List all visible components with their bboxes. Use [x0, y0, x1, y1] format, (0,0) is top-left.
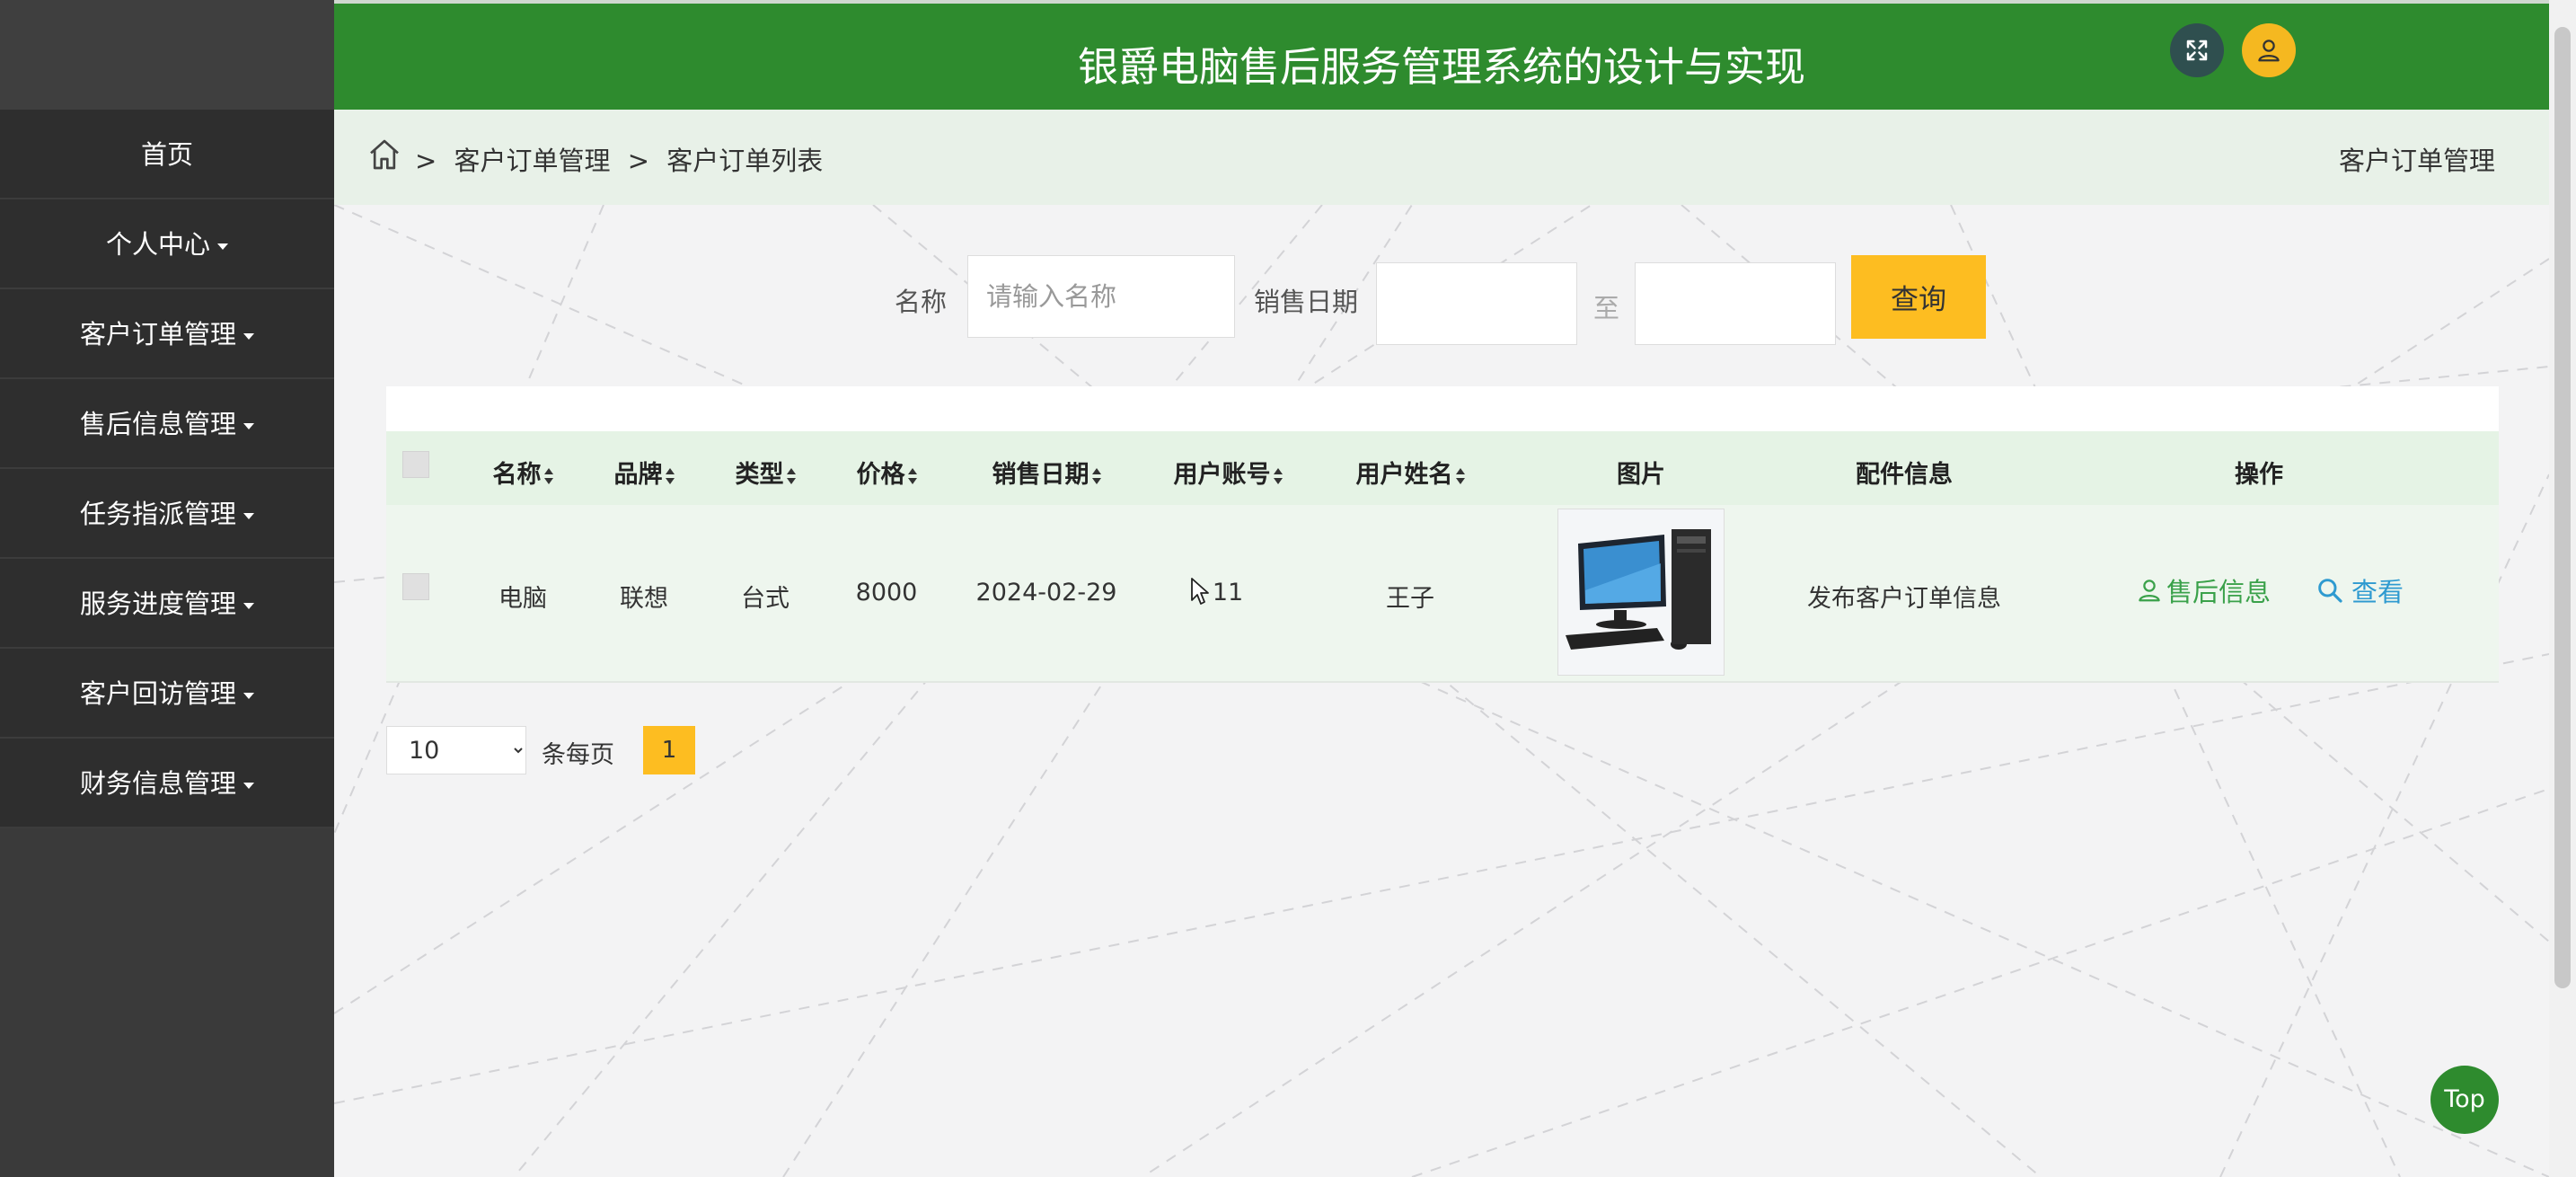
page-button-current[interactable]: 1 [643, 726, 695, 774]
search-icon [2318, 579, 2342, 603]
name-label: 名称 [895, 287, 948, 317]
breadcrumb: > 客户订单管理 > 客户订单列表 客户订单管理 [334, 110, 2549, 205]
sort-icon [907, 467, 917, 484]
page-size-select[interactable]: 10 [386, 726, 526, 774]
sidebar-item-label: 售后信息管理 [79, 409, 236, 439]
table-toolbar [386, 386, 2499, 431]
sidebar-item-order-management[interactable]: 客户订单管理 [0, 289, 334, 379]
column-header-label: 销售日期 [992, 461, 1090, 489]
cell-name: 电脑 [498, 585, 547, 613]
sidebar-item-task-assignment[interactable]: 任务指派管理 [0, 469, 334, 559]
user-icon [2258, 40, 2280, 62]
sidebar-item-after-sales[interactable]: 售后信息管理 [0, 379, 334, 469]
sidebar-item-label: 客户回访管理 [79, 678, 236, 709]
column-header-actions: 操作 [2235, 461, 2283, 489]
sidebar-item-home[interactable]: 首页 [0, 110, 334, 199]
cell-parts-info: 发布客户订单信息 [1807, 585, 2001, 613]
product-image[interactable] [1557, 509, 1725, 676]
column-header-parts: 配件信息 [1856, 461, 1953, 489]
sidebar-item-finance[interactable]: 财务信息管理 [0, 739, 334, 828]
view-label: 查看 [2351, 577, 2404, 607]
column-header-price[interactable]: 价格 [833, 455, 940, 490]
column-header-label: 名称 [492, 461, 542, 489]
breadcrumb-item-order-management[interactable]: 客户订单管理 [454, 146, 611, 176]
sort-icon [1455, 467, 1465, 484]
sale-date-start-input[interactable] [1376, 262, 1577, 345]
sort-icon [1091, 467, 1101, 484]
mouse-cursor-icon [1191, 578, 1209, 605]
per-page-label: 条每页 [542, 741, 614, 769]
caret-down-icon [243, 512, 254, 519]
cell-price: 8000 [855, 579, 918, 606]
cell-brand: 联想 [620, 585, 668, 613]
column-header-label: 类型 [735, 461, 784, 489]
background-pattern [334, 205, 2549, 1177]
breadcrumb-separator: > [627, 146, 650, 176]
sidebar-item-label: 首页 [140, 139, 193, 170]
caret-down-icon [243, 602, 254, 609]
sidebar-item-label: 财务信息管理 [79, 768, 236, 799]
back-to-top-button[interactable]: Top [2430, 1066, 2499, 1134]
breadcrumb-item-order-list: 客户订单列表 [666, 146, 824, 176]
column-header-sale-date[interactable]: 销售日期 [957, 455, 1136, 490]
sidebar-item-label: 客户订单管理 [79, 319, 236, 350]
sort-icon [665, 467, 675, 484]
sidebar-item-label: 服务进度管理 [79, 588, 236, 619]
expand-icon [2186, 40, 2208, 61]
caret-down-icon [243, 422, 254, 429]
after-sales-info-link[interactable]: 售后信息 [2136, 571, 2271, 609]
column-header-label: 用户姓名 [1355, 461, 1453, 489]
table-header-row: 名称 品牌 类型 价格 销售日期 用户账号 用户姓名 图片 配件信息 操作 [386, 431, 2499, 505]
page-scrollbar[interactable] [2549, 0, 2576, 1177]
cell-account: 11 [1212, 579, 1244, 606]
query-button[interactable]: 查询 [1851, 255, 1986, 339]
column-header-label: 用户账号 [1173, 461, 1271, 489]
after-sales-info-label: 售后信息 [2166, 577, 2272, 607]
scrollbar-thumb[interactable] [2554, 27, 2571, 988]
column-header-account[interactable]: 用户账号 [1147, 455, 1309, 490]
desktop-computer-image [1558, 509, 1724, 675]
column-header-brand[interactable]: 品牌 [590, 455, 698, 490]
breadcrumb-trail: > 客户订单管理 > 客户订单列表 [415, 140, 832, 178]
sidebar-item-service-progress[interactable]: 服务进度管理 [0, 559, 334, 649]
orders-table: 名称 品牌 类型 价格 销售日期 用户账号 用户姓名 图片 配件信息 操作 电脑… [386, 386, 2499, 683]
sort-icon [1273, 467, 1283, 484]
fullscreen-button[interactable] [2170, 23, 2224, 77]
sale-date-end-input[interactable] [1635, 262, 1836, 345]
column-header-username[interactable]: 用户姓名 [1329, 455, 1491, 490]
date-range-separator: 至 [1593, 293, 1620, 323]
sidebar-item-personal-center[interactable]: 个人中心 [0, 199, 334, 289]
top-header: 银爵电脑售后服务管理系统的设计与实现 [334, 0, 2549, 110]
select-all-checkbox[interactable] [402, 451, 429, 478]
column-header-name[interactable]: 名称 [469, 455, 577, 490]
user-icon [2139, 580, 2160, 602]
column-header-type[interactable]: 类型 [711, 455, 819, 490]
sidebar: 首页 个人中心 客户订单管理 售后信息管理 任务指派管理 服务进度管理 客户回访… [0, 0, 334, 1177]
sort-icon [543, 467, 553, 484]
caret-down-icon [243, 782, 254, 789]
caret-down-icon [243, 692, 254, 699]
caret-down-icon [243, 332, 254, 340]
sidebar-item-customer-revisit[interactable]: 客户回访管理 [0, 649, 334, 739]
caret-down-icon [217, 243, 228, 250]
section-title: 客户订单管理 [2338, 146, 2495, 176]
home-icon[interactable] [366, 137, 402, 173]
column-header-image: 图片 [1617, 461, 1665, 489]
sidebar-item-label: 任务指派管理 [79, 499, 236, 529]
cell-username: 王子 [1386, 585, 1434, 613]
sidebar-logo-area [0, 0, 334, 110]
view-link[interactable]: 查看 [2316, 571, 2404, 609]
sidebar-item-label: 个人中心 [105, 229, 210, 260]
user-button[interactable] [2242, 23, 2296, 77]
cell-type: 台式 [741, 585, 790, 613]
name-search-input[interactable] [967, 255, 1235, 338]
column-header-label: 品牌 [613, 461, 663, 489]
breadcrumb-separator: > [415, 146, 437, 176]
sort-icon [786, 467, 796, 484]
column-header-label: 价格 [856, 461, 905, 489]
sale-date-label: 销售日期 [1254, 287, 1359, 317]
row-checkbox[interactable] [402, 573, 429, 600]
table-row: 电脑 联想 台式 8000 2024-02-29 11 王子 发布客户订单信息 [386, 505, 2499, 683]
cell-sale-date: 2024-02-29 [975, 579, 1117, 606]
